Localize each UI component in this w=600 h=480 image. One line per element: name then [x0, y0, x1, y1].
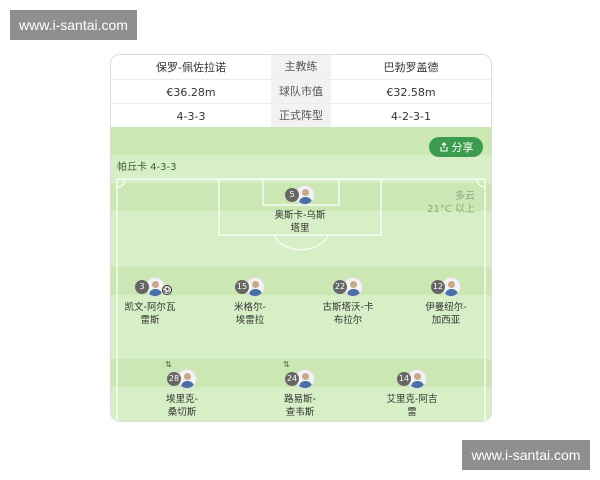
- player-name-line2: 雷: [407, 407, 417, 418]
- player-name-line2: 桑切斯: [167, 407, 197, 418]
- lineup-card: 保罗-佩佐拉诺 主教练 巴勃罗盖德 €36.28m 球队市值 €32.58m 4…: [110, 54, 492, 422]
- player-number: 12: [431, 280, 445, 294]
- player-number: 5: [285, 188, 299, 202]
- player-number: 28: [167, 372, 181, 386]
- weather-temperature: 21°C 以上: [427, 204, 475, 215]
- player-name-line1: 古斯塔沃-卡: [322, 302, 374, 313]
- player-card-mid-2[interactable]: ⇅ 24 路易斯- 查韦斯: [255, 360, 345, 419]
- player-name-line1: 米格尔-: [234, 302, 266, 313]
- away-coach: 巴勃罗盖德: [383, 61, 439, 74]
- player-number: 22: [333, 280, 347, 294]
- player-name-line1: 埃里克-: [166, 394, 198, 405]
- home-market-value: €36.28m: [166, 85, 216, 99]
- player-number: 14: [397, 372, 411, 386]
- coach-label: 主教练: [271, 55, 331, 79]
- coach-row: 保罗-佩佐拉诺 主教练 巴勃罗盖德: [111, 55, 491, 79]
- player-name-line2: 雷斯: [140, 315, 160, 326]
- player-name-line2: 布拉尔: [333, 315, 363, 326]
- home-formation: 4-3-3: [176, 109, 206, 123]
- player-name-line2: 加西亚: [431, 315, 461, 326]
- watermark-top: www.i-santai.com: [10, 10, 137, 40]
- pitch: 分享 帕丘卡 4-3-3 多云 21°C 以上 5 奥斯卡-乌斯 塔里 3 ⚽ …: [111, 127, 491, 421]
- share-label: 分享: [451, 141, 474, 154]
- share-button[interactable]: 分享: [429, 137, 483, 157]
- watermark-bottom: www.i-santai.com: [462, 440, 590, 470]
- player-card-def-3[interactable]: 22 古斯塔沃-卡 布拉尔: [303, 277, 393, 327]
- player-name-line1: 艾里克-阿吉: [386, 394, 438, 405]
- player-number: 15: [235, 280, 249, 294]
- away-market-value: €32.58m: [386, 85, 436, 99]
- share-icon: [439, 142, 448, 152]
- player-name-line1: 路易斯-: [284, 394, 316, 405]
- player-number: 3: [135, 280, 149, 294]
- player-card-gk[interactable]: 5 奥斯卡-乌斯 塔里: [255, 185, 345, 235]
- player-name-line2: 查韦斯: [285, 407, 315, 418]
- player-name-line2: 埃雷拉: [235, 315, 265, 326]
- player-card-mid-3[interactable]: 14 艾里克-阿吉 雷: [367, 369, 457, 419]
- home-coach: 保罗-佩佐拉诺: [156, 61, 226, 74]
- formation-row: 4-3-3 正式阵型 4-2-3-1: [111, 103, 491, 128]
- player-number: 24: [285, 372, 299, 386]
- player-card-mid-1[interactable]: ⇅ 28 埃里克- 桑切斯: [137, 360, 227, 419]
- player-name-line2: 塔里: [290, 223, 310, 234]
- player-name-line1: 伊曼纽尔-: [425, 302, 467, 313]
- player-card-def-4[interactable]: 12 伊曼纽尔- 加西亚: [401, 277, 491, 327]
- formation-label: 正式阵型: [271, 104, 331, 128]
- away-formation: 4-2-3-1: [391, 109, 431, 123]
- player-card-def-1[interactable]: 3 ⚽ 凯文-阿尔瓦 雷斯: [111, 277, 195, 327]
- market-value-row: €36.28m 球队市值 €32.58m: [111, 79, 491, 104]
- substitution-icon: ⇅: [283, 360, 290, 369]
- player-name-line1: 凯文-阿尔瓦: [124, 302, 176, 313]
- substitution-icon: ⇅: [165, 360, 172, 369]
- football-icon: ⚽: [162, 285, 172, 295]
- team-formation-label: 帕丘卡 4-3-3: [117, 162, 177, 173]
- player-name-line1: 奥斯卡-乌斯: [274, 210, 326, 221]
- player-card-def-2[interactable]: 15 米格尔- 埃雷拉: [205, 277, 295, 327]
- market-value-label: 球队市值: [271, 80, 331, 104]
